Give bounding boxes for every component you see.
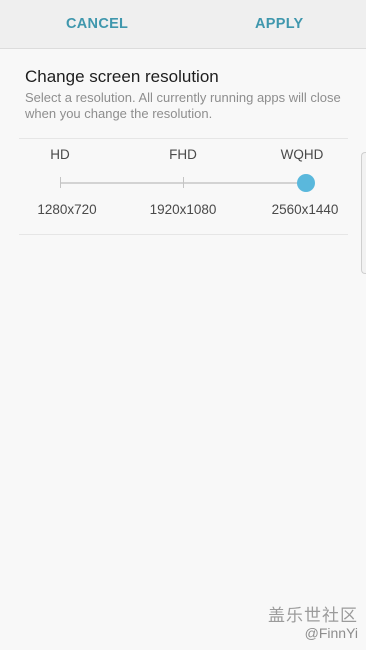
- slider-tick-hd[interactable]: [60, 177, 61, 188]
- resolution-value-wqhd: 2560x1440: [271, 202, 339, 217]
- apply-button[interactable]: APPLY: [255, 0, 304, 48]
- divider: [19, 138, 348, 139]
- page-title: Change screen resolution: [25, 67, 219, 86]
- edge-panel-handle[interactable]: [361, 152, 366, 274]
- description-text: Select a resolution. All currently runni…: [25, 90, 341, 121]
- watermark-site: 盖乐世社区: [268, 606, 358, 625]
- resolution-label-fhd: FHD: [169, 147, 197, 162]
- resolution-value-hd: 1280x720: [37, 202, 97, 217]
- watermark-user: @FinnYi: [304, 625, 358, 641]
- slider-tick-fhd[interactable]: [183, 177, 184, 188]
- cancel-button[interactable]: CANCEL: [66, 0, 128, 48]
- resolution-label-hd: HD: [50, 147, 70, 162]
- action-bar: CANCEL APPLY: [0, 0, 366, 49]
- resolution-label-wqhd: WQHD: [280, 147, 324, 162]
- resolution-value-fhd: 1920x1080: [149, 202, 217, 217]
- divider: [19, 234, 348, 235]
- resolution-slider-thumb[interactable]: [297, 174, 315, 192]
